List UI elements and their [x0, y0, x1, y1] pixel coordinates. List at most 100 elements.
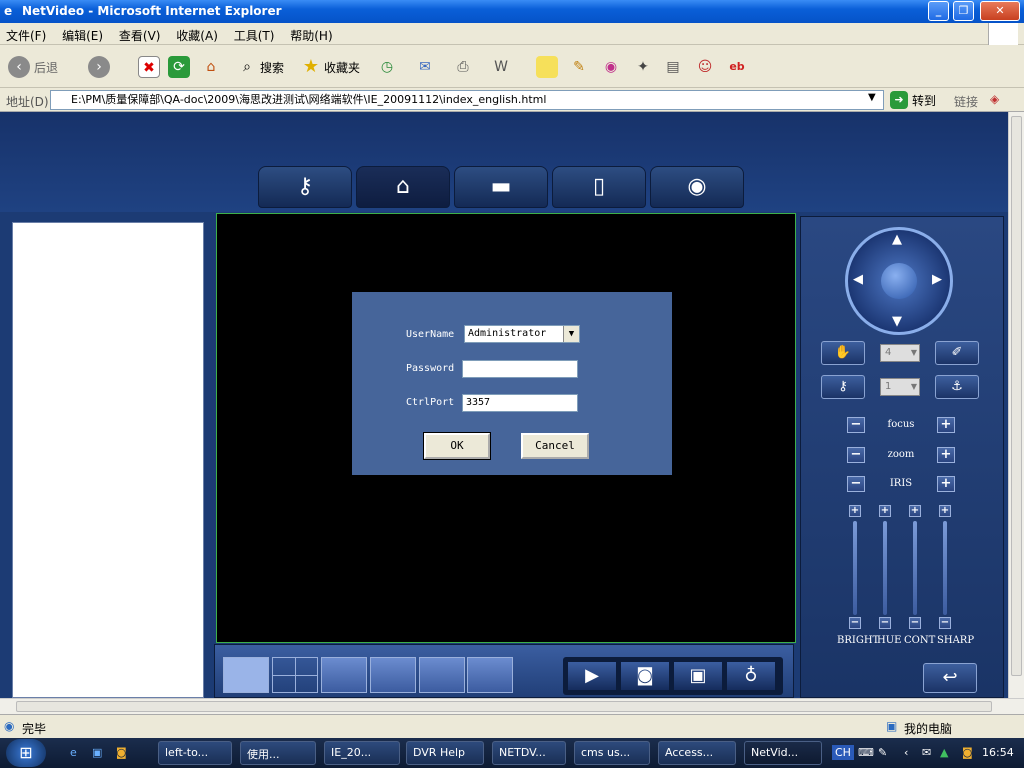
- zoom-minus-button[interactable]: −: [847, 447, 865, 463]
- links-label[interactable]: 链接: [954, 93, 978, 110]
- horizontal-scrollbar[interactable]: [0, 698, 1024, 714]
- start-button[interactable]: ⊞: [6, 739, 46, 767]
- mail-tray-icon[interactable]: ✉: [922, 746, 931, 759]
- task-item[interactable]: 使用...: [240, 741, 316, 765]
- mail-button[interactable]: ✉: [414, 54, 436, 80]
- task-item-active[interactable]: NetVid...: [744, 741, 822, 765]
- device-list-panel[interactable]: [12, 222, 204, 698]
- menu-view[interactable]: 查看(V): [113, 23, 167, 48]
- tab-home[interactable]: ⌂: [356, 166, 450, 208]
- zoom-plus-button[interactable]: +: [937, 447, 955, 463]
- pen-button[interactable]: ✎: [568, 54, 590, 80]
- menu-file[interactable]: 文件(F): [0, 23, 52, 48]
- ie-quicklaunch-icon[interactable]: e: [70, 746, 77, 759]
- address-dropdown-icon[interactable]: ▼: [868, 92, 876, 103]
- vertical-scrollbar[interactable]: [1008, 112, 1024, 698]
- ptz-direction-pad[interactable]: ▲ ▼ ◀ ▶: [845, 227, 953, 335]
- iris-plus-button[interactable]: +: [937, 476, 955, 492]
- layout-16-button[interactable]: [467, 657, 513, 693]
- forward-button[interactable]: ›: [88, 54, 110, 80]
- ptz-down-icon[interactable]: ▼: [892, 314, 902, 329]
- note-button[interactable]: [536, 54, 558, 80]
- refresh-button[interactable]: ⟳: [168, 54, 190, 80]
- return-button[interactable]: ↩: [923, 663, 977, 693]
- qq-button[interactable]: ◉: [600, 54, 622, 80]
- ebay-button[interactable]: eb: [726, 54, 748, 80]
- record-button[interactable]: ▣: [673, 661, 723, 691]
- bright-plus-button[interactable]: +: [849, 505, 861, 517]
- menu-tools[interactable]: 工具(T): [228, 23, 281, 48]
- maximize-button[interactable]: ❐: [953, 1, 974, 21]
- talk-button[interactable]: ♁: [726, 661, 776, 691]
- cont-minus-button[interactable]: −: [909, 617, 921, 629]
- focus-minus-button[interactable]: −: [847, 417, 865, 433]
- task-item[interactable]: cms us...: [574, 741, 650, 765]
- ptz-right-icon[interactable]: ▶: [932, 272, 942, 287]
- hue-minus-button[interactable]: −: [879, 617, 891, 629]
- menu-help[interactable]: 帮助(H): [284, 23, 338, 48]
- ptz-left-icon[interactable]: ◀: [853, 272, 863, 287]
- hue-slider[interactable]: [883, 521, 887, 615]
- cont-slider[interactable]: [913, 521, 917, 615]
- cont-plus-button[interactable]: +: [909, 505, 921, 517]
- scroll-thumb[interactable]: [1011, 116, 1022, 676]
- ptz-center-button[interactable]: [881, 263, 917, 299]
- quicklaunch-icon-3[interactable]: ◙: [116, 746, 127, 759]
- address-input[interactable]: E:\PM\质量保障部\QA-doc\2009\海思改进测试\网络端软件\IE_…: [50, 90, 884, 110]
- tab-playback[interactable]: ▬: [454, 166, 548, 208]
- close-button[interactable]: ✕: [980, 1, 1020, 21]
- focus-plus-button[interactable]: +: [937, 417, 955, 433]
- extension-icon[interactable]: ◈: [990, 92, 999, 106]
- language-indicator[interactable]: CH: [832, 745, 854, 760]
- network-tray-icon[interactable]: ▲: [940, 746, 948, 759]
- preset-call-button[interactable]: ✐: [935, 341, 979, 365]
- task-item[interactable]: DVR Help: [406, 741, 484, 765]
- history-button[interactable]: ◷: [376, 54, 398, 80]
- task-item[interactable]: IE_20...: [324, 741, 400, 765]
- ok-button[interactable]: OK: [423, 432, 491, 460]
- keyboard-icon[interactable]: ⌨: [858, 746, 874, 759]
- search-button[interactable]: ⌕ 搜索: [236, 54, 284, 80]
- menu-favorites[interactable]: 收藏(A): [170, 23, 224, 48]
- cancel-button[interactable]: Cancel: [521, 433, 589, 459]
- speed-button[interactable]: ⚷: [821, 375, 865, 399]
- snapshot-button[interactable]: ◙: [620, 661, 670, 691]
- bright-minus-button[interactable]: −: [849, 617, 861, 629]
- tool-button-1[interactable]: ✦: [632, 54, 654, 80]
- hue-plus-button[interactable]: +: [879, 505, 891, 517]
- back-button[interactable]: ‹ 后退: [8, 54, 58, 80]
- preset-set-button[interactable]: ✋: [821, 341, 865, 365]
- layout-9-button[interactable]: [419, 657, 465, 693]
- tool-button-2[interactable]: ▤: [662, 54, 684, 80]
- layout-6-button[interactable]: [321, 657, 367, 693]
- minimize-button[interactable]: _: [928, 1, 949, 21]
- go-button[interactable]: ➜ 转到: [890, 91, 936, 109]
- scroll-thumb[interactable]: [16, 701, 992, 712]
- task-item[interactable]: NETDV...: [492, 741, 566, 765]
- username-select[interactable]: Administrator ▼: [464, 325, 580, 343]
- tab-log[interactable]: ▯: [552, 166, 646, 208]
- password-input[interactable]: [462, 360, 578, 378]
- ctrlport-input[interactable]: 3357: [462, 394, 578, 412]
- print-button[interactable]: ⎙: [452, 54, 474, 80]
- quicklaunch-icon-2[interactable]: ▣: [92, 746, 102, 759]
- preset-select[interactable]: 4 ▼: [880, 344, 920, 362]
- favorites-button[interactable]: ★ 收藏夹: [300, 54, 360, 80]
- tab-login[interactable]: ⚷: [258, 166, 352, 208]
- home-button[interactable]: ⌂: [200, 54, 222, 80]
- stop-button[interactable]: ✖: [138, 54, 160, 80]
- bright-slider[interactable]: [853, 521, 857, 615]
- play-button[interactable]: ▶: [567, 661, 617, 691]
- task-item[interactable]: left-to...: [158, 741, 232, 765]
- sharp-plus-button[interactable]: +: [939, 505, 951, 517]
- speed-select[interactable]: 1 ▼: [880, 378, 920, 396]
- layout-4-button[interactable]: [272, 657, 318, 693]
- clock[interactable]: 16:54: [982, 746, 1014, 759]
- tray-chevron-icon[interactable]: ‹: [904, 746, 908, 759]
- menu-edit[interactable]: 编辑(E): [56, 23, 109, 48]
- sharp-minus-button[interactable]: −: [939, 617, 951, 629]
- tray-icon[interactable]: ◙: [962, 746, 973, 759]
- tool-button-3[interactable]: ☺: [694, 54, 716, 80]
- layout-8-button[interactable]: [370, 657, 416, 693]
- edit-button[interactable]: W: [490, 54, 512, 80]
